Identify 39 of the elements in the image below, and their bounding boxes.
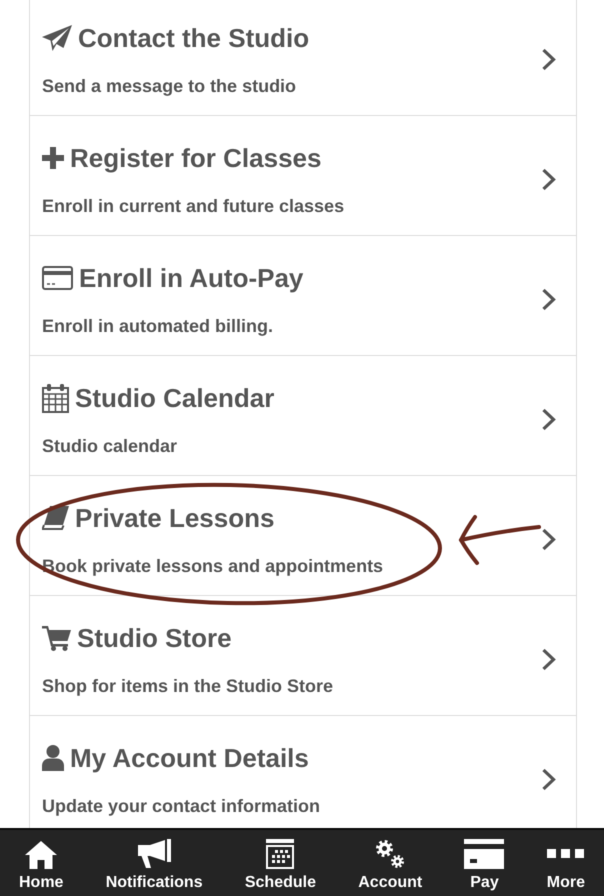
chevron-icon [541,528,556,551]
chevron-icon [541,288,556,311]
chevron-icon [541,768,556,791]
item-description: Enroll in current and future classes [42,195,344,218]
nav-button[interactable]: Pay [464,830,504,893]
calendar-icon [42,384,69,412]
item-description: Update your contact information [42,795,320,818]
item-description: Enroll in automated billing. [42,315,274,338]
item-title: Studio Store [77,622,232,655]
nav-button[interactable]: Schedule [244,830,316,893]
chevron-icon [541,648,556,671]
nav-button[interactable]: Home [19,830,64,893]
item-description: Send a message to the studio [42,75,298,98]
megaphone-icon [138,839,171,869]
book-icon [42,506,69,530]
item-description: Studio calendar [42,435,178,458]
calendar-icon [266,839,294,869]
item-description: Shop for items in the Studio Store [42,675,334,698]
credit-card-icon [42,266,73,290]
home-icon [25,841,58,869]
item-title: Contact the Studio [78,22,310,55]
nav-button[interactable]: Account [358,830,422,893]
chevron-icon [541,408,556,431]
chevron-icon [541,168,556,191]
paper-plane-icon [42,25,72,51]
item-title: Studio Calendar [75,382,274,415]
item-title: Enroll in Auto-Pay [79,262,304,295]
plus-icon [42,147,64,169]
item-title: My Account Details [70,742,309,775]
shopping-cart-icon [42,625,71,651]
credit-card-icon [464,839,504,869]
more-icon [547,849,584,858]
gears-icon [375,839,406,869]
chevron-icon [541,48,556,71]
user-icon [42,745,64,771]
nav-button[interactable]: More [546,830,585,893]
item-title: Register for Classes [70,142,322,175]
item-title: Private Lessons [75,502,274,535]
nav-button[interactable]: Notifications [106,830,203,893]
